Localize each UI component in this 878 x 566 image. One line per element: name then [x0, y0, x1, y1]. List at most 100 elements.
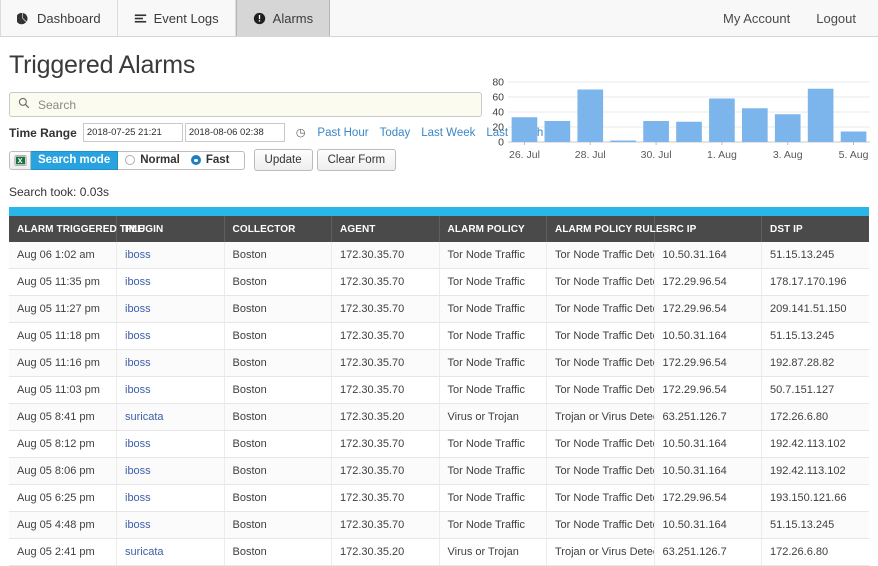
table-header-src-ip[interactable]: SRC IP	[654, 216, 762, 242]
table-header-plugin[interactable]: PLUGIN	[116, 216, 225, 242]
quick-range-past-hour[interactable]: Past Hour	[317, 127, 368, 139]
cell-alarm-policy-rule: Tor Node Traffic Detected	[546, 349, 655, 377]
table-row[interactable]: Aug 05 8:12 pm iboss Boston 172.30.35.70 Tor…	[9, 430, 869, 458]
update-button[interactable]: Update	[253, 149, 313, 171]
cell-alarm-policy-rule: Tor Node Traffic Detected	[546, 322, 655, 350]
cell-plugin[interactable]: suricata	[116, 538, 225, 566]
plugin-link[interactable]: suricata	[125, 411, 164, 423]
table-row[interactable]: Aug 05 11:16 pm iboss Boston 172.30.35.70 To…	[9, 349, 869, 377]
search-input[interactable]: Search	[9, 92, 482, 117]
cell-src-ip: 172.29.96.54	[654, 349, 762, 377]
table-header-collector[interactable]: COLLECTOR	[224, 216, 332, 242]
plugin-link[interactable]: iboss	[125, 438, 151, 450]
nav-tabs: Dashboard Event Logs Alarms	[0, 0, 331, 36]
cell-plugin[interactable]: iboss	[116, 322, 225, 350]
table-row[interactable]: Aug 05 8:06 pm iboss Boston 172.30.35.70 Tor…	[9, 457, 869, 485]
cell-plugin[interactable]: iboss	[116, 511, 225, 539]
radio-fast[interactable]	[190, 155, 201, 165]
plugin-link[interactable]: iboss	[125, 303, 151, 315]
cell-dst-ip: 209.141.51.150	[761, 295, 869, 323]
cell-dst-ip: 51.15.13.245	[761, 242, 869, 269]
plugin-link[interactable]: iboss	[125, 384, 151, 396]
plugin-link[interactable]: iboss	[125, 465, 151, 477]
time-range-start-input[interactable]: 2018-07-25 21:21	[82, 123, 183, 142]
plugin-link[interactable]: iboss	[125, 519, 151, 531]
table-row[interactable]: Aug 05 11:03 pm iboss Boston 172.30.35.70 To…	[9, 376, 869, 404]
cell-src-ip: 10.50.31.164	[654, 457, 762, 485]
plugin-link[interactable]: iboss	[125, 492, 151, 504]
pie-chart-icon	[15, 12, 30, 25]
cell-src-ip: 172.29.96.54	[654, 295, 762, 323]
cell-plugin[interactable]: iboss	[116, 295, 225, 323]
plugin-link[interactable]: suricata	[125, 546, 164, 558]
clock-icon: ◷	[295, 127, 306, 139]
chart-bar[interactable]	[676, 121, 702, 142]
chart-bar[interactable]	[840, 131, 867, 143]
chart-bar[interactable]	[774, 114, 801, 142]
cell-alarm-policy: Tor Node Traffic	[439, 430, 547, 458]
chart-bar[interactable]	[610, 140, 637, 143]
table-header-alarm-triggered-time[interactable]: ALARM TRIGGERED TIME	[9, 216, 144, 242]
cell-plugin[interactable]: iboss	[116, 268, 225, 296]
chart-bar[interactable]	[741, 108, 768, 142]
cell-plugin[interactable]: iboss	[116, 457, 225, 485]
table-row[interactable]: Aug 05 8:41 pm suricata Boston 172.30.35.20…	[9, 403, 869, 431]
cell-agent: 172.30.35.70	[331, 511, 440, 539]
plugin-link[interactable]: iboss	[125, 357, 151, 369]
nav-tab-event-logs[interactable]: Event Logs	[117, 0, 236, 36]
table-row[interactable]: Aug 05 11:27 pm iboss Boston 172.30.35.70 To…	[9, 295, 869, 323]
table-row[interactable]: Aug 05 11:35 pm iboss Boston 172.30.35.70 To…	[9, 268, 869, 296]
cell-plugin[interactable]: iboss	[116, 484, 225, 512]
time-range-end-input[interactable]: 2018-08-06 02:38	[184, 123, 285, 142]
cell-dst-ip: 50.7.151.127	[761, 376, 869, 404]
nav-tab-alarms[interactable]: Alarms	[235, 0, 331, 36]
plugin-link[interactable]: iboss	[125, 276, 151, 288]
clear-form-button[interactable]: Clear Form	[316, 149, 397, 171]
chart-bar[interactable]	[511, 117, 538, 142]
chart-x-tick-label: 26. Jul	[509, 149, 540, 161]
cell-collector: Boston	[224, 511, 332, 539]
plugin-link[interactable]: iboss	[125, 249, 151, 261]
cell-plugin[interactable]: iboss	[116, 242, 225, 269]
chart-bar[interactable]	[807, 88, 834, 142]
chart-bar[interactable]	[577, 89, 604, 143]
table-row[interactable]: Aug 06 1:02 am iboss Boston 172.30.35.70 Tor…	[9, 242, 869, 269]
radio-normal[interactable]	[125, 155, 136, 165]
logout-link[interactable]: Logout	[816, 11, 856, 26]
cell-plugin[interactable]: suricata	[116, 403, 225, 431]
chart-bar[interactable]	[709, 98, 735, 143]
quick-range-today[interactable]: Today	[380, 127, 411, 139]
table-row[interactable]: Aug 05 2:41 pm suricata Boston 172.30.35.20…	[9, 538, 869, 566]
table-row[interactable]: Aug 05 11:18 pm iboss Boston 172.30.35.70 To…	[9, 322, 869, 350]
table-header-alarm-policy-rule[interactable]: ALARM POLICY RULE	[546, 216, 663, 242]
cell-alarm-policy-rule: Tor Node Traffic Detected	[546, 430, 655, 458]
chart-bar[interactable]	[643, 121, 669, 142]
cell-dst-ip: 51.15.13.245	[761, 511, 869, 539]
alert-icon	[253, 12, 266, 25]
table-row[interactable]: Aug 05 4:48 pm iboss Boston 172.30.35.70 Tor…	[9, 511, 869, 539]
table-header-dst-ip[interactable]: DST IP	[761, 216, 869, 242]
cell-collector: Boston	[224, 242, 332, 269]
cell-alarm-triggered-time: Aug 05 11:27 pm	[9, 295, 117, 323]
cell-plugin[interactable]: iboss	[116, 376, 225, 404]
nav-tab-dashboard[interactable]: Dashboard	[0, 0, 118, 36]
table-header-agent[interactable]: AGENT	[331, 216, 440, 242]
chart-bar[interactable]	[544, 121, 571, 142]
plugin-link[interactable]: iboss	[125, 330, 151, 342]
chart-y-tick-label: 0	[498, 137, 504, 149]
alarms-table: ALARM TRIGGERED TIME PLUGIN COLLECTOR AGENT…	[9, 216, 869, 566]
chart-y-tick-label: 60	[492, 92, 504, 104]
cell-plugin[interactable]: iboss	[116, 349, 225, 377]
cell-collector: Boston	[224, 538, 332, 566]
table-row[interactable]: Aug 05 6:25 pm iboss Boston 172.30.35.70 Tor…	[9, 484, 869, 512]
cell-collector: Boston	[224, 484, 332, 512]
cell-alarm-triggered-time: Aug 05 2:41 pm	[9, 538, 117, 566]
excel-export-icon[interactable]	[9, 150, 31, 170]
cell-plugin[interactable]: iboss	[116, 430, 225, 458]
my-account-link[interactable]: My Account	[723, 11, 790, 26]
table-header-alarm-policy[interactable]: ALARM POLICY	[439, 216, 547, 242]
search-mode-button[interactable]: Search mode	[31, 150, 119, 170]
nav-tab-alarms-label: Alarms	[272, 10, 314, 26]
quick-range-last-week[interactable]: Last Week	[421, 127, 475, 139]
cell-dst-ip: 192.42.113.102	[761, 457, 869, 485]
